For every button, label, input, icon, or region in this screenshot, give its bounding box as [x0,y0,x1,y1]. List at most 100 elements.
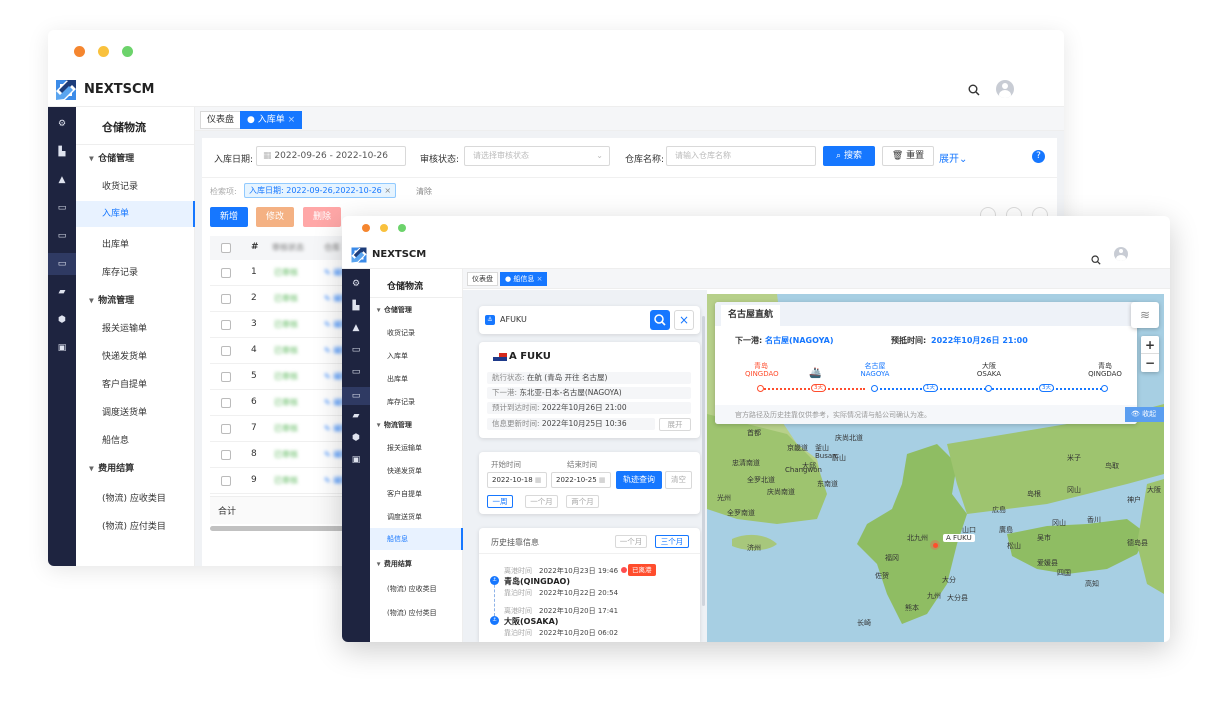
history-three-months[interactable]: 三个月 [655,535,689,548]
ship-search-button[interactable] [650,310,670,330]
status-select[interactable]: 请选择审核状态 ⌄ [464,146,610,166]
document-icon[interactable]: ▙ [48,147,76,163]
nav-customs[interactable]: 报关运输单 [387,443,422,453]
ship-search-input[interactable]: AFUKU [500,315,527,324]
screen-icon[interactable]: ▭ [342,367,370,381]
settings-icon[interactable]: ⚙ [48,119,76,135]
window-maximize-dot[interactable] [398,224,406,232]
window-close-dot[interactable] [362,224,370,232]
bag-icon[interactable]: ▲ [48,175,76,191]
row-checkbox[interactable] [221,476,231,486]
shield-icon[interactable]: ⬢ [48,315,76,331]
tab-dashboard[interactable]: 仪表盘 [200,111,242,129]
window-minimize-dot[interactable] [380,224,388,232]
date-range-input[interactable]: ▦ 2022-09-26 - 2022-10-26 [256,146,406,166]
row-checkbox[interactable] [221,268,231,278]
edit-button[interactable]: 修改 [256,207,294,227]
window-maximize-dot[interactable] [122,46,133,57]
window-close-dot[interactable] [74,46,85,57]
settings-icon[interactable]: ⚙ [342,279,370,293]
group-warehouse[interactable]: ▼ 仓储管理 [88,151,134,164]
collapse-button[interactable]: 👁 收起 [1125,407,1164,422]
nav-payable[interactable]: (物流) 应付类目 [102,519,166,532]
monitor-icon[interactable]: ▭ [48,203,76,219]
tab-dashboard[interactable]: 仪表盘 [467,272,498,286]
monitor-icon[interactable]: ▭ [342,345,370,359]
search-tag-date[interactable]: 入库日期: 2022-09-26,2022-10-26 × [244,183,397,198]
range-two-months[interactable]: 两个月 [566,495,599,508]
card-icon[interactable]: ▣ [342,455,370,469]
nav-outbound[interactable]: 出库单 [387,374,408,384]
nav-outbound[interactable]: 出库单 [102,237,129,250]
group-logistics[interactable]: ▼ 物流管理 [376,420,412,430]
tab-inbound[interactable]: ● 入库单 × [240,111,303,129]
expand-link[interactable]: 展开⌄ [939,150,967,165]
v-scrollbar[interactable] [702,316,705,606]
nav-pickup[interactable]: 客户自提单 [387,489,422,499]
group-fee[interactable]: ▼ 费用结算 [88,461,134,474]
row-checkbox[interactable] [221,424,231,434]
row-checkbox[interactable] [221,294,231,304]
range-one-week[interactable]: 一周 [487,495,513,508]
card-icon[interactable]: ▣ [48,343,76,359]
bag-icon[interactable]: ▲ [342,323,370,337]
nav-receive[interactable]: 收货记录 [387,328,415,338]
warehouse-icon[interactable]: ▭ [342,387,370,405]
tab-ship-info[interactable]: ● 船信息 × [500,272,548,286]
nav-receivable[interactable]: (物流) 应收类目 [387,584,437,594]
nav-receivable[interactable]: (物流) 应收类目 [102,491,166,504]
row-checkbox[interactable] [221,320,231,330]
search-icon[interactable] [1091,250,1101,269]
start-date-input[interactable]: 2022-10-18 ▦ [487,472,547,488]
group-logistics[interactable]: ▼ 物流管理 [88,293,134,306]
select-all-checkbox[interactable] [221,243,231,253]
truck-icon[interactable]: ▰ [342,411,370,425]
clear-button[interactable]: 清空 [665,471,692,489]
map-area[interactable]: 仁川首都京畿道忠清南道大邱全罗北道庆尚北道光州全罗南道庆尚南道釜山Busan蔚山… [707,294,1164,642]
nav-customs[interactable]: 报关运输单 [102,321,147,334]
truck-icon[interactable]: ▰ [48,287,76,303]
nav-transfer[interactable]: 调度送货单 [387,512,422,522]
history-one-month[interactable]: 一个月 [615,535,647,548]
nav-stock[interactable]: 库存记录 [387,397,415,407]
delete-button[interactable]: 删除 [303,207,341,227]
row-checkbox[interactable] [221,346,231,356]
nav-ship-info[interactable]: 船信息 [102,433,129,446]
nav-stock[interactable]: 库存记录 [102,265,138,278]
document-icon[interactable]: ▙ [342,301,370,315]
screen-icon[interactable]: ▭ [48,231,76,247]
range-one-month[interactable]: 一个月 [525,495,558,508]
nav-receive[interactable]: 收货记录 [102,179,138,192]
shield-icon[interactable]: ⬢ [342,433,370,447]
window-minimize-dot[interactable] [98,46,109,57]
clear-tags-link[interactable]: 清除 [416,186,432,197]
nav-express[interactable]: 快递发货单 [102,349,147,362]
track-query-button[interactable]: 轨迹查询 [616,471,662,489]
row-checkbox[interactable] [221,450,231,460]
nav-inbound[interactable]: 入库单 [387,351,408,361]
user-avatar[interactable] [996,80,1014,98]
nav-ship-info[interactable]: 船信息 [370,528,463,550]
group-warehouse[interactable]: ▼ 仓储管理 [376,305,412,315]
warehouse-input[interactable]: 请输入仓库名称 [666,146,816,166]
warehouse-icon[interactable]: ▭ [48,253,76,275]
zoom-in-button[interactable]: + [1141,336,1159,354]
row-checkbox[interactable] [221,398,231,408]
group-fee[interactable]: ▼ 费用结算 [376,559,412,569]
nav-pickup[interactable]: 客户自提单 [102,377,147,390]
ship-marker[interactable] [933,543,938,548]
nav-transfer[interactable]: 调度送货单 [102,405,147,418]
close-icon[interactable]: × [674,310,694,330]
row-checkbox[interactable] [221,372,231,382]
ship-expand-button[interactable]: 展开 [659,418,691,431]
user-avatar[interactable] [1114,247,1128,261]
help-icon[interactable]: ? [1032,150,1045,163]
search-button[interactable]: ⌕ 搜索 [823,146,875,166]
zoom-out-button[interactable]: − [1141,354,1159,372]
reset-button[interactable]: 🗑 重置 [882,146,934,166]
nav-payable[interactable]: (物流) 应付类目 [387,608,437,618]
add-button[interactable]: 新增 [210,207,248,227]
end-date-input[interactable]: 2022-10-25 ▦ [551,472,611,488]
nav-inbound[interactable]: 入库单 [76,201,195,227]
layers-icon[interactable]: ≋ [1131,302,1159,328]
